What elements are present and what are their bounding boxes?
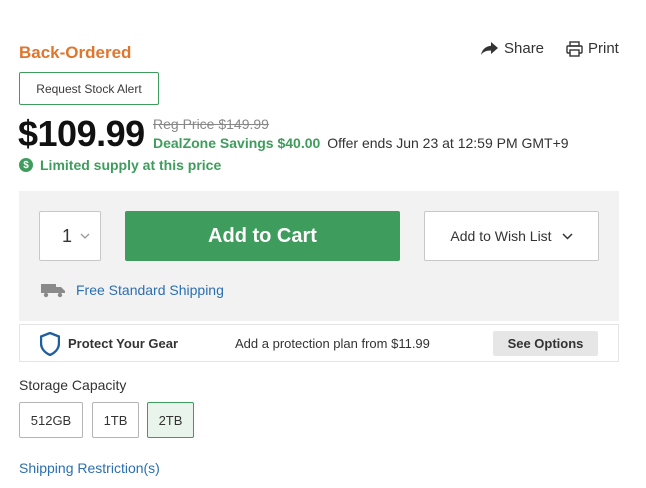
truck-icon	[41, 284, 65, 298]
quantity-value: 1	[61, 225, 72, 246]
protection-text: Add a protection plan from $11.99	[235, 336, 430, 351]
share-button[interactable]: Share	[480, 40, 544, 57]
savings-line: DealZone Savings $40.00 Offer ends Jun 2…	[153, 135, 569, 151]
dealzone-savings: DealZone Savings $40.00	[153, 135, 321, 151]
dollar-icon: $	[19, 158, 33, 172]
offer-ends: Offer ends Jun 23 at 12:59 PM GMT+9	[327, 135, 569, 151]
cart-panel: 1 Add to Cart Add to Wish List Free Stan…	[19, 191, 619, 321]
request-stock-alert-button[interactable]: Request Stock Alert	[19, 72, 159, 105]
regular-price: Reg Price $149.99	[153, 116, 269, 132]
chevron-down-icon	[562, 232, 573, 240]
free-shipping-row: Free Standard Shipping	[41, 282, 224, 298]
current-price: $109.99	[18, 113, 145, 154]
free-shipping-link[interactable]: Free Standard Shipping	[76, 282, 224, 298]
add-to-cart-button[interactable]: Add to Cart	[125, 211, 400, 261]
storage-option-512gb[interactable]: 512GB	[19, 402, 83, 438]
limited-supply-notice: $ Limited supply at this price	[19, 157, 221, 173]
chevron-down-icon	[80, 233, 90, 239]
print-button[interactable]: Print	[566, 40, 619, 57]
storage-option-1tb[interactable]: 1TB	[92, 402, 139, 438]
protection-title: Protect Your Gear	[68, 336, 179, 351]
availability-status: Back-Ordered	[19, 43, 132, 62]
see-options-button[interactable]: See Options	[493, 331, 598, 356]
storage-capacity-label: Storage Capacity	[19, 377, 127, 393]
wish-list-label: Add to Wish List	[450, 228, 552, 244]
protection-plan-bar: Protect Your Gear Add a protection plan …	[19, 324, 619, 362]
shipping-restrictions-link[interactable]: Shipping Restriction(s)	[19, 460, 160, 476]
share-icon	[481, 42, 498, 55]
quantity-select[interactable]: 1	[39, 211, 101, 261]
share-label: Share	[504, 40, 545, 57]
shield-icon	[40, 332, 60, 356]
limited-supply-text: Limited supply at this price	[40, 157, 222, 173]
add-to-wish-list-button[interactable]: Add to Wish List	[424, 211, 599, 261]
storage-option-2tb[interactable]: 2TB	[147, 402, 194, 438]
print-label: Print	[588, 40, 619, 57]
print-icon	[566, 40, 583, 57]
